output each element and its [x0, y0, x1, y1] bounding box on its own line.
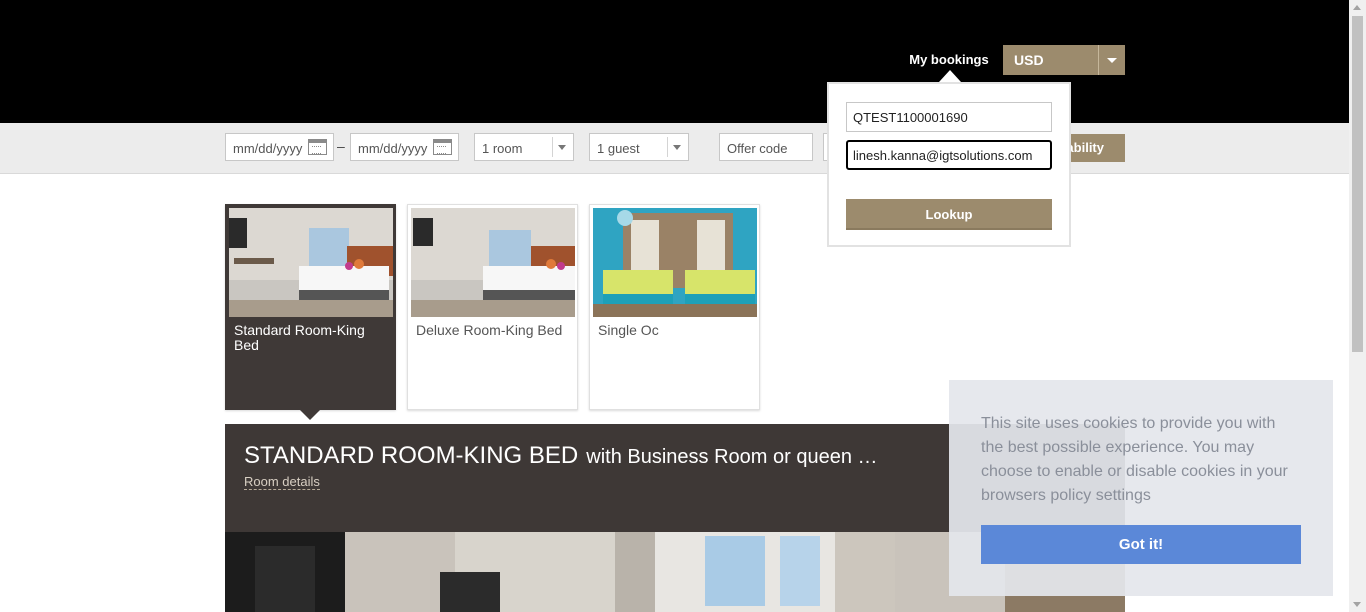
calendar-icon[interactable] — [308, 139, 327, 155]
room-photo — [411, 208, 575, 317]
selected-card-caret — [300, 410, 320, 420]
date-separator: – — [337, 138, 345, 154]
top-header — [0, 0, 1349, 123]
guests-select[interactable]: 1 guest — [589, 133, 689, 161]
chevron-down-icon — [552, 137, 573, 157]
chevron-down-icon — [667, 137, 688, 157]
guests-value: 1 guest — [597, 141, 640, 156]
checkout-placeholder: mm/dd/yyyy — [358, 141, 428, 156]
lookup-button[interactable]: Lookup — [846, 199, 1052, 230]
checkout-date-input[interactable]: mm/dd/yyyy — [350, 133, 459, 161]
checkin-date-input[interactable]: mm/dd/yyyy — [225, 133, 334, 161]
room-card-deluxe[interactable]: Deluxe Room-King Bed — [407, 204, 578, 410]
room-card-name: Deluxe Room-King Bed — [416, 322, 563, 338]
scroll-down-icon[interactable] — [1353, 602, 1361, 607]
cookie-banner: This site uses cookies to provide you wi… — [949, 380, 1333, 596]
scroll-thumb[interactable] — [1352, 16, 1363, 352]
confirmation-number-input[interactable]: QTEST1100001690 — [846, 102, 1052, 132]
booking-lookup-popup: QTEST1100001690 linesh.kanna@igtsolution… — [827, 82, 1071, 247]
room-card-standard[interactable]: Standard Room-King Bed — [225, 204, 396, 410]
room-card-name: Single Oc — [598, 322, 659, 338]
email-input[interactable]: linesh.kanna@igtsolutions.com — [846, 140, 1052, 170]
offer-code-placeholder: Offer code — [727, 141, 788, 156]
rooms-select[interactable]: 1 room — [474, 133, 574, 161]
cookie-message: This site uses cookies to provide you wi… — [981, 415, 1288, 504]
room-details-link[interactable]: Room details — [244, 474, 320, 490]
offer-code-input[interactable]: Offer code — [719, 133, 813, 161]
scroll-up-icon[interactable] — [1353, 5, 1361, 10]
calendar-icon[interactable] — [433, 139, 452, 155]
room-card-name: Standard Room-King Bed — [234, 322, 365, 353]
popup-caret — [939, 70, 961, 82]
room-name-heading: STANDARD ROOM-KING BED — [244, 442, 579, 469]
checkin-placeholder: mm/dd/yyyy — [233, 141, 303, 156]
room-photo — [229, 208, 393, 317]
room-subtitle: with Business Room or queen … — [586, 446, 878, 468]
room-photo — [593, 208, 757, 317]
room-card-single[interactable]: Single Oc — [589, 204, 760, 410]
currency-select[interactable]: USD — [1003, 45, 1125, 75]
chevron-down-icon[interactable] — [1098, 45, 1125, 75]
rooms-value: 1 room — [482, 141, 523, 156]
cookie-accept-button[interactable]: Got it! — [981, 525, 1301, 564]
currency-value: USD — [1014, 52, 1044, 68]
room-hero-title: STANDARD ROOM-KING BED with Business Room… — [244, 442, 878, 470]
page-scrollbar[interactable] — [1349, 0, 1366, 612]
